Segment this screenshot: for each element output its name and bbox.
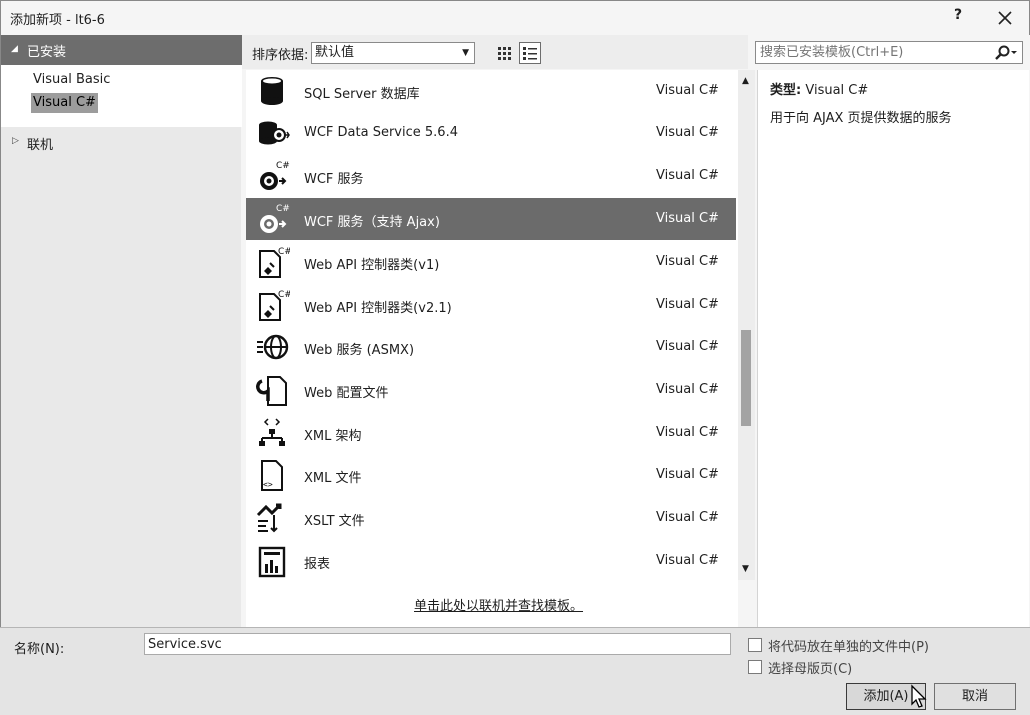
template-name: XML 架构 (304, 429, 362, 444)
xslt-file-icon (254, 501, 290, 535)
template-language: Visual C# (656, 168, 719, 183)
template-row-wcf-service[interactable]: C# WCF 服务 Visual C# (246, 155, 736, 197)
web-api-controller-icon: C# (254, 288, 292, 322)
wcf-ajax-service-icon: C# (254, 202, 290, 236)
chevron-down-icon: ▼ (462, 48, 469, 58)
tree-node-installed-label: 已安装 (27, 45, 67, 60)
template-row-wcf-ajax-service[interactable]: C# WCF 服务（支持 Ajax) Visual C# (246, 198, 736, 240)
template-language: Visual C# (656, 467, 719, 482)
template-row-wcf-data-service[interactable]: WCF Data Service 5.6.4 Visual C# (246, 112, 736, 154)
template-language: Visual C# (656, 510, 719, 525)
master-page-checkbox[interactable] (748, 660, 762, 674)
template-language: Visual C# (656, 297, 719, 312)
template-row-xml-file[interactable]: <> XML 文件 Visual C# (246, 454, 736, 496)
name-input[interactable] (144, 633, 731, 655)
svg-text:C#: C# (278, 290, 290, 300)
template-name: Web API 控制器类(v2.1) (304, 301, 452, 316)
template-name: Web API 控制器类(v1) (304, 258, 440, 273)
detail-type-value: Visual C# (805, 83, 869, 98)
template-row-sql-server-database[interactable]: SQL Server 数据库 Visual C# (246, 70, 736, 112)
detail-type-label: 类型: (770, 83, 802, 98)
template-name: XSLT 文件 (304, 514, 365, 529)
title-bar: 添加新项 - lt6-6 ? (0, 0, 1030, 35)
search-icon[interactable] (992, 44, 1018, 62)
toolbar: 排序依据: 默认值 ▼ (242, 35, 748, 69)
search-input[interactable] (760, 44, 985, 61)
list-view-button[interactable] (519, 42, 541, 64)
search-online-link[interactable]: 单击此处以联机并查找模板。 (414, 595, 583, 614)
tree-node-installed[interactable]: ◢ 已安装 (1, 35, 242, 65)
tree-item-visual-basic[interactable]: Visual Basic (31, 70, 112, 90)
template-name: WCF 服务（支持 Ajax) (304, 215, 440, 230)
template-language: Visual C# (656, 425, 719, 440)
sort-dropdown[interactable]: 默认值 ▼ (311, 42, 475, 64)
template-language: Visual C# (656, 339, 719, 354)
template-language: Visual C# (656, 125, 719, 140)
scroll-up-arrow-icon[interactable]: ▲ (742, 76, 749, 86)
xml-file-icon: <> (254, 458, 290, 492)
collapsed-arrow-icon[interactable]: ▷ (12, 136, 19, 146)
expanded-arrow-icon[interactable]: ◢ (11, 44, 18, 54)
sort-dropdown-value: 默认值 (315, 45, 355, 60)
bottom-panel: 名称(N): 将代码放在单独的文件中(P) 选择母版页(C) 添加(A) 取消 (0, 627, 1030, 715)
window-title: 添加新项 - lt6-6 (10, 13, 105, 28)
template-row-xslt-file[interactable]: XSLT 文件 Visual C# (246, 497, 736, 539)
report-icon (254, 544, 290, 578)
template-name: WCF 服务 (304, 172, 364, 187)
cancel-button[interactable]: 取消 (934, 683, 1016, 710)
svg-text:C#: C# (276, 161, 290, 171)
separate-file-checkbox[interactable] (748, 638, 762, 652)
template-language: Visual C# (656, 211, 719, 226)
separate-file-label: 将代码放在单独的文件中(P) (768, 640, 929, 655)
template-details: 类型: Visual C# 用于向 AJAX 页提供数据的服务 (757, 70, 1029, 627)
template-row-web-config[interactable]: Web 配置文件 Visual C# (246, 369, 736, 411)
tree-item-visual-csharp[interactable]: Visual C# (31, 93, 98, 113)
close-icon[interactable] (993, 7, 1017, 29)
template-row-report[interactable]: 报表 Visual C# (246, 540, 736, 582)
name-label: 名称(N): (14, 642, 65, 657)
tree-node-online-label: 联机 (27, 138, 54, 153)
template-row-web-api-controller-v21[interactable]: C# Web API 控制器类(v2.1) Visual C# (246, 284, 736, 326)
scroll-down-arrow-icon[interactable]: ▼ (742, 564, 749, 574)
list-view-icon (523, 47, 537, 60)
config-file-icon (254, 373, 290, 407)
sort-label: 排序依据: (252, 48, 309, 63)
data-service-icon (254, 116, 290, 150)
web-api-controller-icon: C# (254, 245, 292, 279)
globe-icon (254, 330, 290, 364)
svg-text:C#: C# (276, 204, 290, 214)
help-button[interactable]: ? (948, 7, 968, 29)
category-tree: ◢ 已安装 Visual Basic Visual C# ▷ 联机 (0, 35, 242, 627)
template-row-xml-schema[interactable]: XML 架构 Visual C# (246, 412, 736, 454)
detail-description: 用于向 AJAX 页提供数据的服务 (770, 111, 952, 126)
template-list: SQL Server 数据库 Visual C# WCF Data Servic… (246, 70, 738, 627)
template-name: XML 文件 (304, 471, 362, 486)
grid-view-button[interactable] (493, 42, 515, 64)
svg-text:<>: <> (263, 480, 273, 489)
wcf-service-icon: C# (254, 159, 290, 193)
scrollbar-thumb[interactable] (741, 330, 751, 426)
master-page-label: 选择母版页(C) (768, 662, 853, 677)
search-box (755, 41, 1023, 64)
template-name: WCF Data Service 5.6.4 (304, 125, 458, 140)
template-name: 报表 (304, 557, 331, 572)
mouse-cursor-icon (910, 684, 928, 710)
template-list-scrollbar[interactable]: ▲ ▼ (738, 70, 755, 580)
template-language: Visual C# (656, 553, 719, 568)
svg-text:C#: C# (278, 247, 290, 257)
template-name: SQL Server 数据库 (304, 87, 420, 102)
template-language: Visual C# (656, 382, 719, 397)
template-language: Visual C# (656, 83, 719, 98)
template-name: Web 服务 (ASMX) (304, 343, 415, 358)
grid-view-icon (498, 47, 511, 60)
tree-node-online[interactable]: ▷ 联机 (1, 131, 242, 153)
template-name: Web 配置文件 (304, 386, 389, 401)
database-icon (254, 74, 290, 108)
detail-type: 类型: Visual C# (770, 79, 868, 98)
template-language: Visual C# (656, 254, 719, 269)
template-row-web-api-controller-v1[interactable]: C# Web API 控制器类(v1) Visual C# (246, 241, 736, 283)
tree-children: Visual Basic Visual C# (1, 65, 242, 127)
xml-schema-icon (254, 416, 290, 450)
template-row-web-service-asmx[interactable]: Web 服务 (ASMX) Visual C# (246, 326, 736, 368)
